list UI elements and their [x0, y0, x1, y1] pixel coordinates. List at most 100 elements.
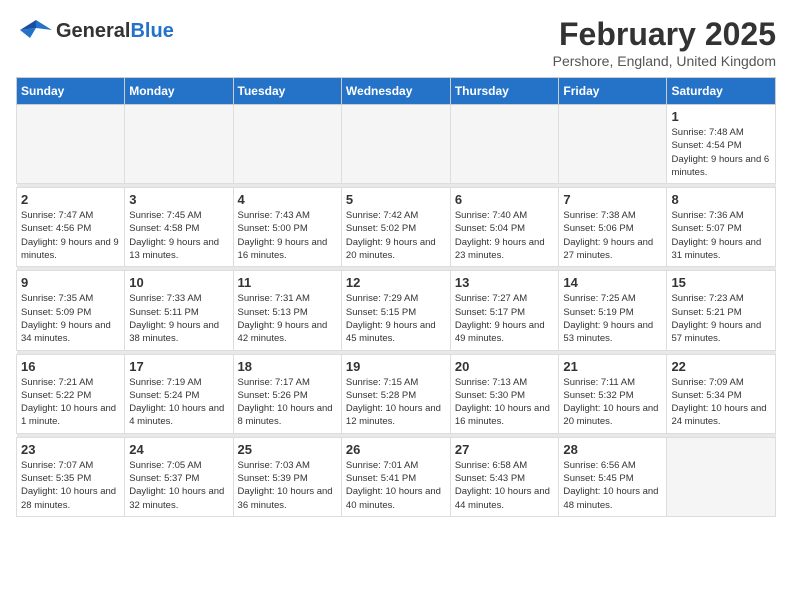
- col-tuesday: Tuesday: [233, 78, 341, 105]
- col-monday: Monday: [125, 78, 233, 105]
- day-number: 12: [346, 275, 446, 290]
- title-block: February 2025 Pershore, England, United …: [553, 16, 776, 69]
- calendar-cell: 21Sunrise: 7:11 AM Sunset: 5:32 PM Dayli…: [559, 354, 667, 433]
- calendar-cell: 16 Sunrise: 7:21 AM Sunset: 5:22 PM Dayli…: [17, 354, 125, 433]
- day-number: 8: [671, 192, 771, 207]
- day-info: Sunrise: 7:43 AM Sunset: 5:00 PM Dayligh…: [238, 209, 337, 262]
- calendar-cell: 14 Sunrise: 7:25 AM Sunset: 5:19 PM Dayli…: [559, 271, 667, 350]
- day-number: 14: [563, 275, 662, 290]
- day-number: 11: [238, 275, 337, 290]
- day-info: Sunrise: 7:42 AM Sunset: 5:02 PM Dayligh…: [346, 209, 446, 262]
- day-number: 15: [671, 275, 771, 290]
- day-number: 10: [129, 275, 228, 290]
- calendar-cell: 27Sunrise: 6:58 AM Sunset: 5:43 PM Dayli…: [450, 437, 559, 516]
- day-info: Sunrise: 7:33 AM Sunset: 5:11 PM Dayligh…: [129, 292, 228, 345]
- calendar-cell: 4 Sunrise: 7:43 AM Sunset: 5:00 PM Daylig…: [233, 188, 341, 267]
- calendar-cell: 23 Sunrise: 7:07 AM Sunset: 5:35 PM Dayli…: [17, 437, 125, 516]
- calendar-cell: [450, 105, 559, 184]
- logo-icon: [16, 16, 52, 46]
- day-info: Sunrise: 7:01 AM Sunset: 5:41 PM Dayligh…: [346, 459, 446, 512]
- day-info: Sunrise: 7:29 AM Sunset: 5:15 PM Dayligh…: [346, 292, 446, 345]
- calendar-cell: 11 Sunrise: 7:31 AM Sunset: 5:13 PM Dayli…: [233, 271, 341, 350]
- day-number: 23: [21, 442, 120, 457]
- calendar-cell: [233, 105, 341, 184]
- day-info: Sunrise: 7:03 AM Sunset: 5:39 PM Dayligh…: [238, 459, 337, 512]
- calendar-week-1: 2 Sunrise: 7:47 AM Sunset: 4:56 PM Daylig…: [17, 188, 776, 267]
- calendar-cell: 28 Sunrise: 6:56 AM Sunset: 5:45 PM Dayli…: [559, 437, 667, 516]
- day-info: Sunrise: 7:21 AM Sunset: 5:22 PM Dayligh…: [21, 376, 120, 429]
- day-number: 7: [563, 192, 662, 207]
- day-info: Sunrise: 7:07 AM Sunset: 5:35 PM Dayligh…: [21, 459, 120, 512]
- day-number: 2: [21, 192, 120, 207]
- day-number: 1: [671, 109, 771, 124]
- calendar-cell: 26 Sunrise: 7:01 AM Sunset: 5:41 PM Dayli…: [341, 437, 450, 516]
- day-info: Sunrise: 7:27 AM Sunset: 5:17 PM Dayligh…: [455, 292, 555, 345]
- col-thursday: Thursday: [450, 78, 559, 105]
- logo: GeneralBlue: [16, 16, 174, 46]
- day-number: 17: [129, 359, 228, 374]
- calendar-cell: 9 Sunrise: 7:35 AM Sunset: 5:09 PM Daylig…: [17, 271, 125, 350]
- calendar-cell: 20Sunrise: 7:13 AM Sunset: 5:30 PM Dayli…: [450, 354, 559, 433]
- calendar-cell: 19Sunrise: 7:15 AM Sunset: 5:28 PM Dayli…: [341, 354, 450, 433]
- day-number: 16: [21, 359, 120, 374]
- day-number: 13: [455, 275, 555, 290]
- day-info: Sunrise: 7:36 AM Sunset: 5:07 PM Dayligh…: [671, 209, 771, 262]
- calendar-cell: 5Sunrise: 7:42 AM Sunset: 5:02 PM Daylig…: [341, 188, 450, 267]
- month-title: February 2025: [553, 16, 776, 53]
- day-number: 9: [21, 275, 120, 290]
- day-info: Sunrise: 7:17 AM Sunset: 5:26 PM Dayligh…: [238, 376, 337, 429]
- day-info: Sunrise: 7:25 AM Sunset: 5:19 PM Dayligh…: [563, 292, 662, 345]
- day-number: 6: [455, 192, 555, 207]
- day-number: 3: [129, 192, 228, 207]
- calendar-cell: 13 Sunrise: 7:27 AM Sunset: 5:17 PM Dayli…: [450, 271, 559, 350]
- day-info: Sunrise: 7:35 AM Sunset: 5:09 PM Dayligh…: [21, 292, 120, 345]
- day-info: Sunrise: 7:47 AM Sunset: 4:56 PM Dayligh…: [21, 209, 120, 262]
- col-friday: Friday: [559, 78, 667, 105]
- day-number: 18: [238, 359, 337, 374]
- calendar-week-2: 9 Sunrise: 7:35 AM Sunset: 5:09 PM Daylig…: [17, 271, 776, 350]
- day-info: Sunrise: 7:09 AM Sunset: 5:34 PM Dayligh…: [671, 376, 771, 429]
- calendar-cell: 7 Sunrise: 7:38 AM Sunset: 5:06 PM Daylig…: [559, 188, 667, 267]
- day-info: Sunrise: 7:23 AM Sunset: 5:21 PM Dayligh…: [671, 292, 771, 345]
- col-wednesday: Wednesday: [341, 78, 450, 105]
- day-info: Sunrise: 7:31 AM Sunset: 5:13 PM Dayligh…: [238, 292, 337, 345]
- day-number: 19: [346, 359, 446, 374]
- day-number: 21: [563, 359, 662, 374]
- calendar-cell: 25Sunrise: 7:03 AM Sunset: 5:39 PM Dayli…: [233, 437, 341, 516]
- day-number: 24: [129, 442, 228, 457]
- calendar-cell: [125, 105, 233, 184]
- day-info: Sunrise: 6:58 AM Sunset: 5:43 PM Dayligh…: [455, 459, 555, 512]
- calendar-cell: 12 Sunrise: 7:29 AM Sunset: 5:15 PM Dayli…: [341, 271, 450, 350]
- day-info: Sunrise: 7:40 AM Sunset: 5:04 PM Dayligh…: [455, 209, 555, 262]
- day-info: Sunrise: 6:56 AM Sunset: 5:45 PM Dayligh…: [563, 459, 662, 512]
- location: Pershore, England, United Kingdom: [553, 53, 776, 69]
- page-header: GeneralBlue February 2025 Pershore, Engl…: [16, 16, 776, 69]
- calendar-cell: 17 Sunrise: 7:19 AM Sunset: 5:24 PM Dayli…: [125, 354, 233, 433]
- day-number: 28: [563, 442, 662, 457]
- calendar-cell: 18 Sunrise: 7:17 AM Sunset: 5:26 PM Dayli…: [233, 354, 341, 433]
- day-info: Sunrise: 7:19 AM Sunset: 5:24 PM Dayligh…: [129, 376, 228, 429]
- calendar-cell: 15 Sunrise: 7:23 AM Sunset: 5:21 PM Dayli…: [667, 271, 776, 350]
- calendar-cell: [17, 105, 125, 184]
- day-info: Sunrise: 7:05 AM Sunset: 5:37 PM Dayligh…: [129, 459, 228, 512]
- logo-text: GeneralBlue: [56, 20, 174, 43]
- day-number: 26: [346, 442, 446, 457]
- col-sunday: Sunday: [17, 78, 125, 105]
- calendar-cell: 22 Sunrise: 7:09 AM Sunset: 5:34 PM Dayli…: [667, 354, 776, 433]
- day-number: 4: [238, 192, 337, 207]
- day-info: Sunrise: 7:38 AM Sunset: 5:06 PM Dayligh…: [563, 209, 662, 262]
- calendar-cell: 2 Sunrise: 7:47 AM Sunset: 4:56 PM Daylig…: [17, 188, 125, 267]
- calendar-cell: 3 Sunrise: 7:45 AM Sunset: 4:58 PM Daylig…: [125, 188, 233, 267]
- calendar-cell: [559, 105, 667, 184]
- day-info: Sunrise: 7:45 AM Sunset: 4:58 PM Dayligh…: [129, 209, 228, 262]
- calendar-cell: [667, 437, 776, 516]
- col-saturday: Saturday: [667, 78, 776, 105]
- calendar-week-4: 23 Sunrise: 7:07 AM Sunset: 5:35 PM Dayli…: [17, 437, 776, 516]
- calendar-cell: 10 Sunrise: 7:33 AM Sunset: 5:11 PM Dayli…: [125, 271, 233, 350]
- day-number: 22: [671, 359, 771, 374]
- calendar-cell: 8 Sunrise: 7:36 AM Sunset: 5:07 PM Daylig…: [667, 188, 776, 267]
- calendar-cell: 24 Sunrise: 7:05 AM Sunset: 5:37 PM Dayli…: [125, 437, 233, 516]
- day-info: Sunrise: 7:48 AM Sunset: 4:54 PM Dayligh…: [671, 126, 771, 179]
- calendar-cell: 6 Sunrise: 7:40 AM Sunset: 5:04 PM Daylig…: [450, 188, 559, 267]
- calendar-week-0: 1 Sunrise: 7:48 AM Sunset: 4:54 PM Daylig…: [17, 105, 776, 184]
